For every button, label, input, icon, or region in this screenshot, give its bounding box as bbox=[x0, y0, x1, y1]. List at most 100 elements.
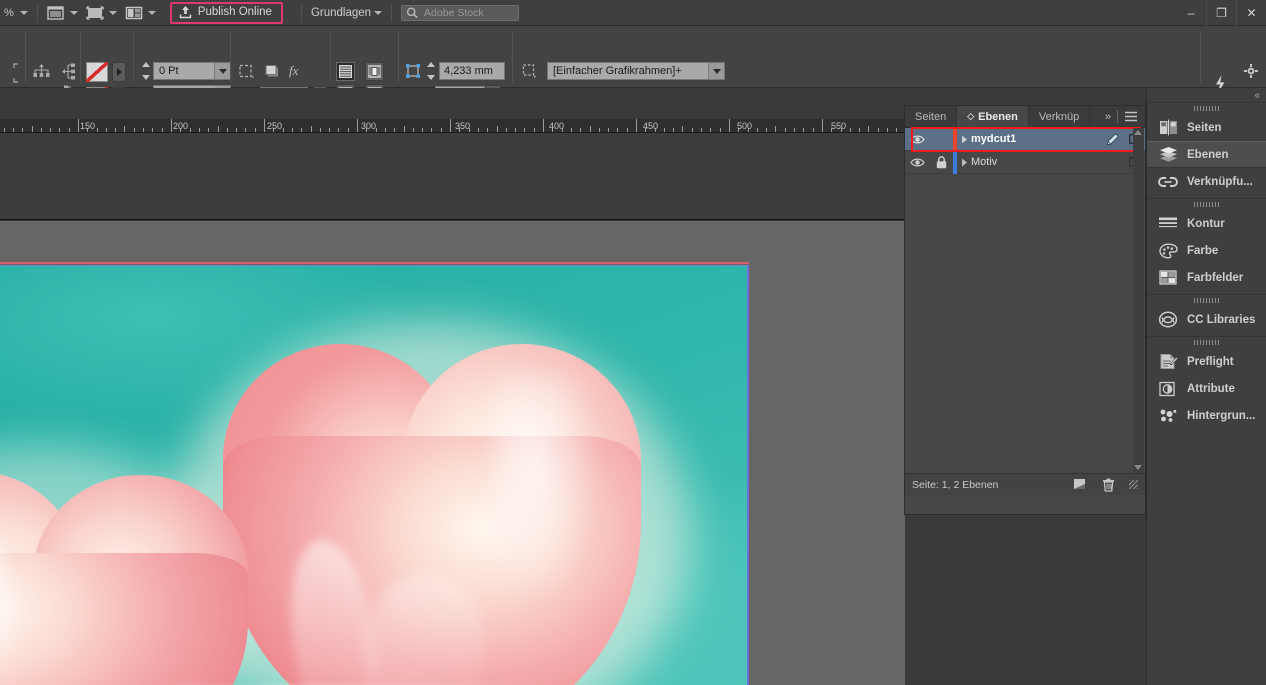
ruler-minor-tick bbox=[524, 128, 525, 132]
screen-mode-button[interactable] bbox=[43, 0, 82, 26]
new-layer-icon[interactable] bbox=[1073, 478, 1088, 491]
adobe-stock-placeholder: Adobe Stock bbox=[424, 6, 484, 19]
panel-dock: « Seiten Ebenen Verknüpfu... Kontur Farb… bbox=[1146, 88, 1266, 685]
chevron-down-icon bbox=[108, 10, 117, 15]
triangle-right-icon bbox=[961, 135, 967, 143]
dock-item-cc-libraries[interactable]: CC Libraries bbox=[1147, 306, 1266, 333]
ruler-minor-tick bbox=[422, 128, 423, 132]
workspace-switcher[interactable]: Grundlagen bbox=[307, 0, 386, 26]
ruler-minor-tick bbox=[13, 128, 14, 132]
arrange-documents-button[interactable] bbox=[121, 0, 160, 26]
publish-online-label: Publish Online bbox=[197, 6, 272, 18]
dock-item-label: Preflight bbox=[1187, 355, 1234, 368]
object-style-dropdown-button[interactable] bbox=[708, 63, 724, 79]
ruler-minor-tick bbox=[59, 128, 60, 132]
dock-group-grip[interactable] bbox=[1147, 199, 1266, 210]
panel-menu-icon[interactable] bbox=[1124, 111, 1138, 122]
drop-shadow-button[interactable] bbox=[263, 62, 281, 80]
corner-radius-stepper[interactable] bbox=[425, 62, 436, 80]
layers-list[interactable]: mydcut1 Motiv bbox=[905, 127, 1145, 473]
panel-settings-button[interactable] bbox=[1244, 64, 1258, 78]
ruler-label: 250 bbox=[267, 121, 283, 131]
ruler-major-tick bbox=[822, 119, 823, 132]
horizontal-ruler[interactable]: 150 200 250 300 350 400 450 500 550 bbox=[0, 119, 905, 133]
resize-grip[interactable] bbox=[1129, 480, 1138, 489]
publish-online-button[interactable]: Publish Online bbox=[169, 1, 283, 24]
close-button[interactable]: ✕ bbox=[1236, 0, 1266, 26]
tab-ebenen[interactable]: ◇ Ebenen bbox=[957, 106, 1029, 127]
auto-fit-button[interactable] bbox=[404, 62, 422, 80]
swatches-icon bbox=[1158, 270, 1178, 285]
scroll-up-arrow-icon[interactable] bbox=[1134, 130, 1142, 135]
ruler-minor-tick bbox=[245, 128, 246, 132]
layers-scrollbar[interactable] bbox=[1133, 128, 1144, 473]
overflow-icon[interactable]: » bbox=[1105, 111, 1111, 123]
ruler-minor-tick bbox=[106, 128, 107, 132]
minimize-button[interactable]: – bbox=[1176, 0, 1206, 26]
text-wrap-jump-button[interactable] bbox=[365, 62, 384, 81]
dock-item-attribute[interactable]: Attribute bbox=[1147, 375, 1266, 402]
eye-icon bbox=[909, 135, 925, 143]
distribute-vertical-centers-button[interactable] bbox=[32, 62, 50, 80]
layer-name[interactable]: Motiv bbox=[971, 156, 1101, 168]
fill-swatch[interactable] bbox=[86, 62, 108, 82]
dock-collapse-button[interactable]: « bbox=[1147, 88, 1266, 102]
layer-expand-toggle[interactable] bbox=[957, 135, 971, 144]
object-style-dropdown[interactable]: [Einfacher Grafikrahmen]+ bbox=[547, 62, 725, 80]
fx-label[interactable]: fx bbox=[289, 63, 298, 79]
view-options-button[interactable] bbox=[82, 0, 121, 26]
layer-visibility-toggle[interactable] bbox=[905, 157, 929, 168]
stroke-weight-stepper[interactable] bbox=[140, 62, 151, 80]
tab-dock-icon: ◇ bbox=[967, 111, 975, 121]
document-page[interactable] bbox=[0, 265, 749, 685]
layer-row-motiv[interactable]: Motiv bbox=[905, 150, 1145, 174]
heart-highlight-3 bbox=[490, 374, 600, 604]
tab-seiten[interactable]: Seiten bbox=[905, 106, 958, 127]
placed-image-hearts[interactable] bbox=[0, 266, 747, 685]
dock-group-grip[interactable] bbox=[1147, 295, 1266, 306]
ruler-minor-tick bbox=[571, 128, 572, 132]
ruler-minor-tick bbox=[850, 128, 851, 132]
text-wrap-none-button[interactable] bbox=[336, 62, 355, 81]
dock-item-seiten[interactable]: Seiten bbox=[1147, 114, 1266, 141]
dock-item-kontur[interactable]: Kontur bbox=[1147, 210, 1266, 237]
ruler-minor-tick bbox=[162, 128, 163, 132]
lock-icon bbox=[936, 155, 946, 168]
layer-row-mydcut1[interactable]: mydcut1 bbox=[905, 127, 1145, 151]
divider bbox=[25, 32, 26, 82]
dock-group-1: Seiten Ebenen Verknüpfu... bbox=[1147, 102, 1266, 198]
dock-item-hintergrundaufgaben[interactable]: Hintergrun... bbox=[1147, 402, 1266, 429]
dock-group-grip[interactable] bbox=[1147, 103, 1266, 114]
tab-verknuepfungen[interactable]: Verknüp bbox=[1029, 106, 1091, 127]
dock-item-verknuepfungen[interactable]: Verknüpfu... bbox=[1147, 168, 1266, 195]
layer-visibility-toggle[interactable] bbox=[905, 134, 929, 145]
layer-expand-toggle[interactable] bbox=[957, 158, 971, 167]
distribute-horizontal-left-button[interactable] bbox=[60, 62, 78, 80]
ruler-minor-tick bbox=[218, 126, 219, 132]
corner-options-button[interactable] bbox=[237, 62, 255, 80]
layer-lock-toggle[interactable] bbox=[929, 155, 953, 169]
ruler-minor-tick bbox=[682, 126, 683, 132]
stroke-weight-field[interactable]: 0 Pt bbox=[153, 62, 231, 80]
fill-dropdown-button[interactable] bbox=[112, 62, 126, 82]
panel-tab-bar: Seiten ◇ Ebenen Verknüp » bbox=[905, 106, 1145, 128]
dock-item-preflight[interactable]: Preflight bbox=[1147, 348, 1266, 375]
zoom-level-control[interactable]: % bbox=[0, 0, 32, 26]
adobe-stock-search[interactable]: Adobe Stock bbox=[397, 0, 523, 26]
scroll-down-arrow-icon[interactable] bbox=[1134, 465, 1142, 470]
dock-group-grip[interactable] bbox=[1147, 337, 1266, 348]
corner-radius-field[interactable]: 4,233 mm bbox=[439, 62, 505, 80]
search-icon bbox=[406, 7, 418, 18]
restore-button[interactable]: ❐ bbox=[1206, 0, 1236, 26]
indesign-window: % Publish Online Grundlagen Adobe Stock … bbox=[0, 0, 1266, 685]
ruler-label: 400 bbox=[549, 121, 565, 131]
dock-item-ebenen[interactable]: Ebenen bbox=[1147, 141, 1266, 168]
stroke-weight-dropdown[interactable] bbox=[214, 63, 230, 79]
layer-name[interactable]: mydcut1 bbox=[971, 133, 1101, 145]
ruler-label: 350 bbox=[455, 121, 471, 131]
dock-item-farbfelder[interactable]: Farbfelder bbox=[1147, 264, 1266, 291]
object-style-button[interactable] bbox=[520, 62, 538, 80]
trash-icon[interactable] bbox=[1102, 478, 1115, 492]
dock-item-farbe[interactable]: Farbe bbox=[1147, 237, 1266, 264]
ruler-minor-tick bbox=[710, 128, 711, 132]
